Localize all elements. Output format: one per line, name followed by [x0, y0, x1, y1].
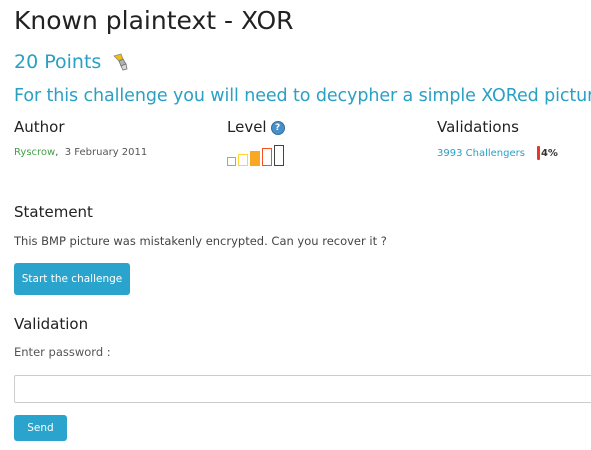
author-heading: Author — [14, 118, 65, 136]
level-bar — [227, 157, 236, 166]
level-indicator — [227, 144, 284, 166]
start-challenge-button[interactable]: Start the challenge — [14, 263, 130, 295]
author-name-link[interactable]: Ryscrow — [14, 147, 55, 158]
level-heading: Level — [227, 118, 267, 136]
validation-heading: Validation — [14, 315, 89, 333]
send-button[interactable]: Send — [14, 415, 67, 441]
validations-heading: Validations — [437, 118, 519, 136]
validations-line: 3993 Challengers 4% — [437, 146, 558, 160]
challenge-subtitle: For this challenge you will need to decy… — [14, 86, 591, 106]
percentage-bar — [536, 146, 540, 160]
password-input[interactable] — [14, 375, 591, 403]
help-icon[interactable]: ? — [270, 120, 285, 135]
level-heading-row: Level? — [227, 118, 285, 136]
statement-text: This BMP picture was mistakenly encrypte… — [14, 234, 387, 248]
author-date: 3 February 2011 — [64, 147, 148, 158]
level-bar — [250, 151, 260, 166]
level-bar — [274, 145, 284, 166]
page-title: Known plaintext - XOR — [14, 6, 294, 35]
puzzle-pieces-icon — [111, 52, 131, 72]
author-line: Ryscrow, 3 February 2011 — [14, 147, 147, 158]
validation-percentage: 4% — [536, 146, 558, 160]
password-label: Enter password : — [14, 345, 111, 359]
points-value: 20 Points — [14, 51, 102, 73]
percentage-text: 4% — [540, 147, 558, 159]
statement-heading: Statement — [14, 203, 93, 221]
points-row: 20 Points — [14, 51, 131, 73]
level-bar — [262, 148, 272, 166]
author-separator: , — [55, 147, 59, 158]
level-bar — [238, 154, 248, 166]
challengers-link[interactable]: 3993 Challengers — [437, 148, 525, 159]
